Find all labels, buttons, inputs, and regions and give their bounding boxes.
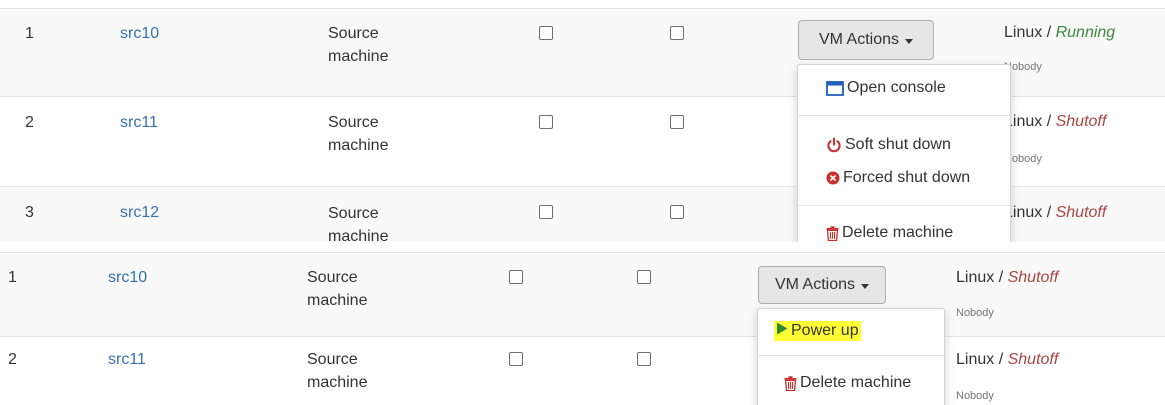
row-index: 1	[8, 269, 17, 286]
owner-label: Nobody	[956, 307, 994, 319]
os-state-separator: /	[994, 351, 1008, 368]
row-index: 1	[25, 25, 34, 42]
state-label: Shutoff	[1007, 351, 1059, 368]
menu-item-label: Forced shut down	[843, 169, 971, 186]
menu-item-delete-machine[interactable]: Delete machine	[798, 219, 1010, 242]
checkbox-option-1[interactable]	[539, 115, 553, 129]
circle-x-icon	[826, 171, 840, 185]
checkbox-option-1[interactable]	[539, 26, 553, 40]
table-row: 1 src10 Source machine VM Actions Linux …	[0, 252, 1165, 336]
window-icon	[826, 80, 844, 96]
vm-os-state: Linux / Shutoff	[956, 269, 1058, 287]
os-state-separator: /	[1042, 24, 1056, 41]
power-icon	[826, 137, 842, 153]
vm-table-bottom: 1 src10 Source machine VM Actions Linux …	[0, 248, 1165, 405]
state-label: Shutoff	[1055, 113, 1107, 130]
vm-os-state: Linux / Shutoff	[1004, 204, 1106, 222]
checkbox-option-2[interactable]	[637, 270, 651, 284]
vm-name-link[interactable]: src10	[120, 25, 159, 43]
menu-item-delete-machine[interactable]: Delete machine	[758, 369, 944, 397]
play-icon	[776, 322, 788, 335]
vm-name-link[interactable]: src12	[120, 204, 159, 222]
caret-down-icon	[861, 283, 870, 289]
menu-item-label: Delete machine	[800, 374, 912, 391]
vm-description: Source machine	[328, 114, 389, 154]
vm-actions-button[interactable]: VM Actions	[798, 20, 934, 60]
menu-item-forced-shut-down[interactable]: Forced shut down	[798, 164, 1010, 192]
checkbox-option-2[interactable]	[670, 26, 684, 40]
vm-actions-menu: Open console Soft shut down Forced shut …	[797, 64, 1011, 242]
state-label: Shutoff	[1007, 269, 1059, 286]
checkbox-option-2[interactable]	[670, 205, 684, 219]
vm-actions-label: VM Actions	[774, 276, 856, 293]
vm-description: Source machine	[328, 205, 389, 242]
menu-item-label: Soft shut down	[845, 136, 951, 153]
vm-name-link[interactable]: src11	[108, 351, 146, 369]
menu-item-label: Open console	[847, 79, 946, 96]
vm-os-state: Linux / Shutoff	[956, 351, 1058, 369]
vm-actions-label: VM Actions	[818, 31, 900, 48]
vm-os-state: Linux / Shutoff	[1004, 113, 1106, 131]
trash-icon	[826, 225, 839, 241]
checkbox-option-2[interactable]	[637, 352, 651, 366]
menu-item-label: Delete machine	[842, 224, 954, 241]
vm-name-link[interactable]: src10	[108, 269, 147, 287]
table-row: 2 src11 Source machine Linux / Shutoff N…	[0, 336, 1165, 405]
os-label: Linux	[956, 269, 995, 286]
vm-table-top: 1 src10 Source machine VM Actions Linux …	[0, 0, 1165, 242]
trash-icon	[784, 375, 797, 391]
os-state-separator: /	[1042, 113, 1056, 130]
row-index: 2	[25, 114, 34, 131]
os-label: Linux	[956, 351, 995, 368]
vm-name-link[interactable]: src11	[120, 114, 158, 132]
menu-divider	[798, 115, 1010, 116]
menu-divider	[798, 205, 1010, 206]
vm-os-state: Linux / Running	[1004, 24, 1115, 42]
vm-description: Source machine	[307, 351, 368, 391]
menu-item-soft-shut-down[interactable]: Soft shut down	[798, 131, 1010, 159]
checkbox-option-1[interactable]	[509, 270, 523, 284]
state-label: Shutoff	[1055, 204, 1107, 221]
vm-actions-button[interactable]: VM Actions	[758, 266, 886, 304]
menu-item-open-console[interactable]: Open console	[798, 73, 1010, 103]
vm-actions-menu: Power up Delete machine	[757, 308, 945, 405]
vm-description: Source machine	[328, 25, 389, 65]
row-index: 2	[8, 351, 17, 368]
row-index: 3	[25, 204, 34, 221]
checkbox-option-2[interactable]	[670, 115, 684, 129]
owner-label: Nobody	[956, 390, 994, 402]
power-up-highlight: Power up	[774, 321, 861, 341]
checkbox-option-1[interactable]	[509, 352, 523, 366]
os-state-separator: /	[1042, 204, 1056, 221]
checkbox-option-1[interactable]	[539, 205, 553, 219]
caret-down-icon	[905, 38, 914, 44]
os-state-separator: /	[994, 269, 1008, 286]
menu-item-power-up[interactable]: Power up	[758, 317, 944, 345]
vm-description: Source machine	[307, 269, 368, 309]
os-label: Linux	[1004, 24, 1043, 41]
menu-divider	[758, 355, 944, 356]
state-label: Running	[1055, 24, 1116, 41]
menu-item-label: Power up	[791, 322, 859, 339]
